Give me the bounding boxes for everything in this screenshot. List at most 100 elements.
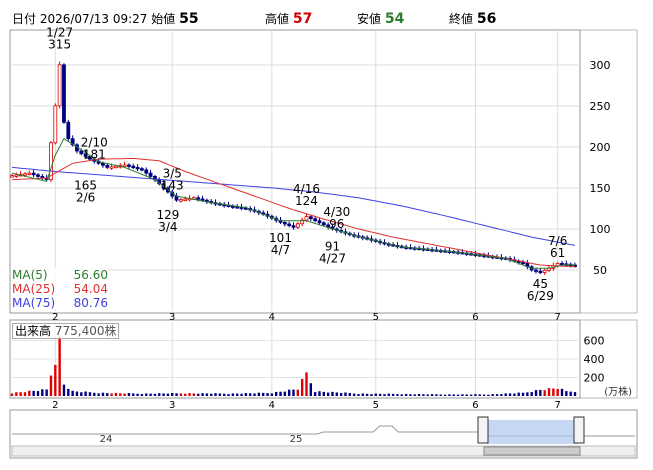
candle-body: [183, 198, 188, 201]
close-group: 終値 56: [449, 10, 496, 27]
candle-body: [140, 168, 144, 171]
candle-body: [308, 216, 313, 220]
candle-body: [66, 121, 71, 140]
volume-bar: [547, 388, 551, 396]
volume-bar: [383, 394, 386, 396]
candle-body: [321, 222, 326, 226]
volume-bar: [114, 392, 118, 396]
high-label: 高値: [265, 12, 290, 26]
month-tick-label-volume: 2: [52, 400, 58, 411]
volume-bar: [62, 384, 66, 396]
volume-bar: [517, 392, 520, 396]
volume-bar: [443, 394, 447, 396]
volume-bar: [300, 378, 304, 396]
candle-body: [534, 269, 538, 272]
candle-body: [62, 64, 66, 123]
candle-body: [313, 218, 318, 222]
volume-bar: [508, 393, 512, 396]
annotation-value: 96: [329, 217, 344, 231]
volume-bar: [305, 372, 308, 396]
volume-bar: [335, 392, 339, 396]
volume-bar: [387, 393, 390, 396]
volume-bar: [365, 393, 369, 396]
annotation-value: 124: [295, 194, 318, 208]
volume-bar: [374, 393, 377, 396]
volume-bar: [205, 393, 209, 396]
volume-bar: [106, 393, 109, 396]
candle-body: [109, 166, 114, 169]
volume-bar: [313, 392, 317, 396]
legend-ma75: MA(75) 80.76: [12, 296, 108, 310]
navigator-right-handle: [573, 416, 585, 444]
candle-body: [14, 174, 19, 177]
volume-bar: [153, 393, 157, 396]
volume-tick-label: 400: [584, 353, 605, 366]
candle-body: [105, 164, 110, 168]
volume-bar: [140, 394, 144, 396]
month-tick-label-volume: 6: [472, 400, 478, 411]
candle-body: [200, 198, 205, 201]
candle-body: [538, 270, 543, 274]
volume-bar: [214, 393, 217, 396]
candle-body: [23, 173, 27, 176]
date-value: 2026/07/13 09:27: [39, 12, 148, 26]
volume-bar: [448, 394, 451, 396]
candle-body: [27, 172, 32, 176]
volume-bar: [166, 393, 170, 396]
volume-bar: [348, 393, 351, 396]
annotation-date: 4/27: [319, 251, 346, 265]
volume-bar: [253, 393, 256, 396]
candle-body: [135, 166, 140, 170]
volume-bar: [101, 392, 105, 396]
volume-tick-label: 600: [584, 335, 605, 348]
navigator-year-label: 25: [290, 434, 303, 445]
volume-bar: [283, 391, 287, 396]
volume-bar: [75, 391, 79, 396]
y-tick-label: 150: [590, 182, 611, 195]
volume-bar: [361, 393, 364, 396]
volume-bar: [58, 335, 61, 396]
volume-bar: [227, 394, 230, 396]
candle-body: [178, 199, 183, 202]
volume-bar: [287, 389, 291, 396]
volume-bar: [110, 393, 113, 396]
candle-body: [282, 221, 287, 225]
annotation-value: 143: [161, 179, 184, 193]
month-tick-label-volume: 7: [554, 400, 560, 411]
navigator-selection: [486, 420, 578, 444]
volume-bar: [36, 391, 40, 396]
volume-bar: [192, 393, 196, 396]
volume-bar: [500, 394, 503, 396]
volume-y-axis: 600 400 200: [584, 335, 605, 385]
month-tick-label: 5: [373, 312, 379, 323]
annotation-date: 2/6: [76, 191, 95, 205]
low-group: 安値 54: [357, 10, 404, 27]
volume-bar: [370, 394, 373, 396]
ma-legend: MA(5) 56.60 MA(25) 54.04 MA(75) 80.76: [12, 268, 108, 310]
annotation-value: 61: [550, 246, 565, 260]
volume-header: 出来高 775,400株: [12, 323, 120, 339]
candle-body: [287, 223, 292, 227]
candle-body: [49, 142, 53, 181]
legend-ma5: MA(5) 56.60: [12, 268, 108, 282]
volume-bar: [413, 394, 416, 396]
volume-bar: [435, 394, 438, 396]
stock-chart: 30025020015010050 223344556677 1/273152/…: [9, 26, 638, 459]
month-tick-label-volume: 4: [269, 400, 275, 411]
volume-bar: [197, 393, 200, 396]
volume-bar: [88, 392, 92, 396]
navigator-left-handle: [477, 416, 489, 444]
volume-bar: [339, 393, 343, 396]
volume-bar: [391, 393, 395, 396]
volume-bar: [218, 393, 222, 396]
month-tick-label: 7: [554, 312, 560, 323]
candle-body: [291, 225, 296, 228]
volume-bar: [469, 394, 473, 396]
candle-body: [10, 175, 14, 178]
candle-body: [131, 165, 136, 169]
volume-bar: [201, 393, 204, 396]
annotation-value: 315: [48, 38, 71, 52]
volume-bar: [223, 393, 226, 396]
candle-body: [295, 223, 300, 228]
volume-bar: [504, 393, 507, 396]
